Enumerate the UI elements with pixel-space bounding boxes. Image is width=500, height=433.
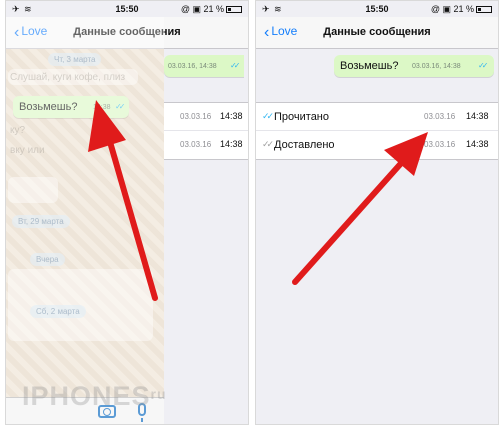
row-date: 03.03.16: [424, 140, 456, 149]
double-check-icon: ✓✓: [478, 61, 489, 70]
watermark-text: IPHONES: [22, 381, 151, 411]
message-bubble: Возьмешь? 03.03.16, 14:38 ✓✓: [334, 55, 494, 77]
delivered-row: ✓✓ Доставлено 03.03.16 14:38: [256, 131, 498, 159]
receipt-list-preview: 03.03.16 14:38 03.03.16 14:38: [164, 102, 248, 160]
left-phone-screen: ✈ ≋ 15:50 @ ▣ 21 % ‹ Love Данные сообщени…: [5, 0, 249, 425]
read-label: Прочитано: [274, 111, 329, 123]
delivered-label: Доставлено: [274, 139, 335, 151]
row-time: 14:38: [220, 139, 243, 149]
battery-percent: @ ▣ 21 %: [430, 4, 474, 14]
message-date: 03.03.16, 14:38: [412, 63, 461, 70]
status-bar: ✈ ≋ 15:50 @ ▣ 21 %: [6, 1, 248, 17]
row-time: 14:38: [220, 111, 243, 121]
watermark-suffix: ru: [150, 386, 167, 402]
nav-title: Данные сообщения: [323, 26, 431, 38]
watermark: IPHONESru: [22, 381, 167, 412]
receipt-row: 03.03.16 14:38: [164, 103, 248, 131]
battery-icon: [476, 6, 492, 14]
status-bar: ✈ ≋ 15:50 @ ▣ 21 %: [256, 1, 498, 17]
receipt-row: 03.03.16 14:38: [164, 131, 248, 159]
battery-icon: [226, 6, 242, 14]
bubble-date: 03.03.16, 14:38: [168, 63, 217, 70]
row-date: 03.03.16: [424, 112, 456, 121]
status-right: @ ▣ 21 %: [181, 4, 242, 15]
nav-bar: ‹ Love Данные сообщения: [256, 17, 498, 49]
row-date: 03.03.16: [180, 140, 212, 149]
swipe-overlay: [6, 17, 164, 424]
status-right: @ ▣ 21 %: [431, 4, 492, 15]
message-text: Возьмешь?: [340, 60, 399, 72]
battery-percent: @ ▣ 21 %: [180, 4, 224, 14]
comparison-screenshot: ✈ ≋ 15:50 @ ▣ 21 % ‹ Love Данные сообщени…: [0, 0, 500, 433]
double-check-icon: ✓✓: [262, 111, 274, 121]
right-phone-screen: ✈ ≋ 15:50 @ ▣ 21 % ‹ Love Данные сообщени…: [255, 0, 499, 425]
row-time: 14:38: [466, 139, 489, 149]
row-date: 03.03.16: [180, 112, 212, 121]
receipt-list: ✓✓ Прочитано 03.03.16 14:38 ✓✓ Доставлен…: [256, 102, 498, 160]
double-check-icon: ✓✓: [262, 139, 274, 149]
sent-bubble-preview: 03.03.16, 14:38 ✓✓: [164, 55, 244, 77]
double-check-icon: ✓✓: [230, 61, 241, 70]
row-time: 14:38: [466, 111, 489, 121]
read-row: ✓✓ Прочитано 03.03.16 14:38: [256, 103, 498, 131]
